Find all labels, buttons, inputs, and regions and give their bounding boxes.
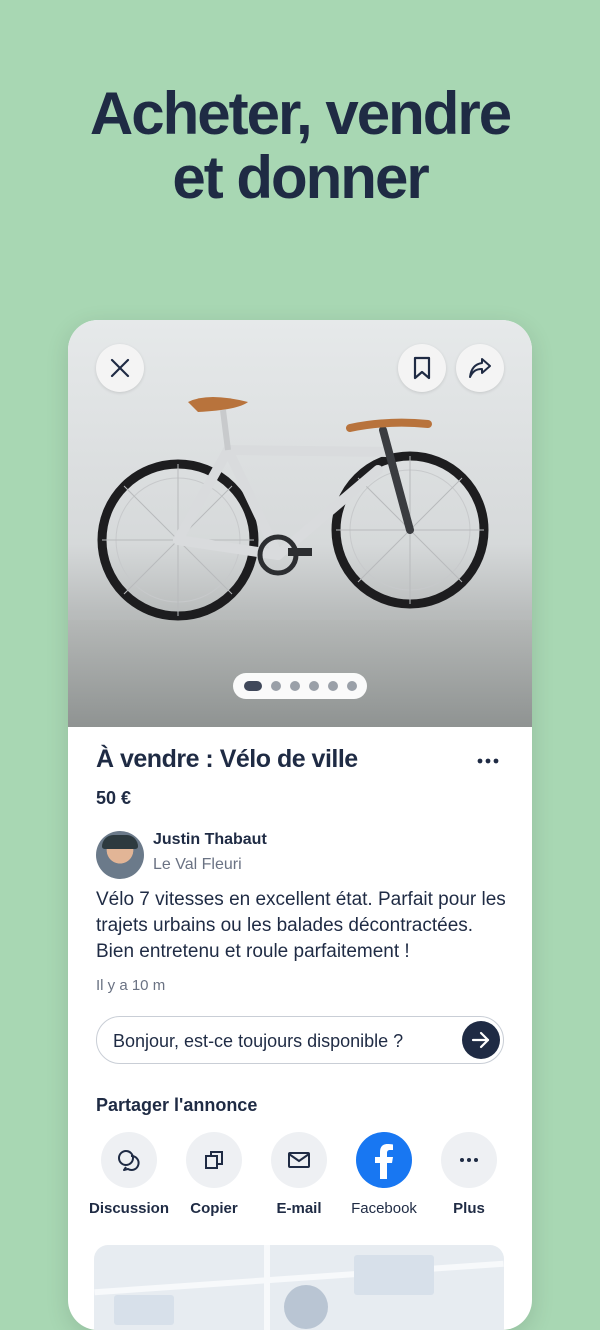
chat-icon: [118, 1150, 140, 1171]
carousel-dot[interactable]: [270, 681, 281, 691]
headline: Acheter, vendre et donner: [0, 82, 600, 210]
listing-card: À vendre : Vélo de ville 50 € Justin Tha…: [68, 320, 532, 1330]
carousel-dot[interactable]: [327, 681, 338, 691]
share-copy[interactable]: Copier: [169, 1132, 259, 1217]
carousel-dot[interactable]: [289, 681, 300, 691]
map-pin-icon: [284, 1285, 328, 1329]
mail-icon: [288, 1152, 310, 1168]
facebook-icon: [375, 1144, 393, 1179]
share-discussion[interactable]: Discussion: [84, 1132, 174, 1217]
seller-location: Le Val Fleuri: [153, 856, 242, 873]
close-icon: [110, 358, 130, 378]
seller-name[interactable]: Justin Thabaut: [153, 831, 267, 849]
message-box: [96, 1016, 504, 1065]
listing-photo[interactable]: [68, 320, 532, 727]
bookmark-icon: [413, 356, 431, 380]
share-more[interactable]: Plus: [424, 1132, 514, 1217]
share-facebook[interactable]: Facebook: [339, 1132, 429, 1217]
copy-icon: [205, 1151, 223, 1169]
share-button[interactable]: [456, 344, 504, 392]
headline-line-2: et donner: [172, 144, 429, 211]
posted-time: Il y a 10 m: [96, 977, 166, 994]
close-button[interactable]: [96, 344, 144, 392]
more-horizontal-icon: [460, 1158, 478, 1162]
share-section-title: Partager l'annonce: [96, 1095, 258, 1115]
share-label: E-mail: [276, 1200, 322, 1217]
listing-title: À vendre : Vélo de ville: [96, 745, 358, 773]
share-icon: [469, 358, 491, 378]
listing-description: Vélo 7 vitesses en excellent état. Parfa…: [96, 889, 506, 962]
location-map[interactable]: [94, 1245, 504, 1330]
bookmark-button[interactable]: [398, 344, 446, 392]
share-email[interactable]: E-mail: [254, 1132, 344, 1217]
listing-price: 50 €: [96, 788, 132, 808]
share-label: Copier: [190, 1200, 238, 1217]
carousel-dot[interactable]: [243, 681, 262, 691]
bicycle-image: [97, 397, 489, 621]
carousel-dot[interactable]: [346, 681, 357, 691]
headline-line-1: Acheter, vendre: [89, 80, 512, 147]
carousel-indicator[interactable]: [233, 673, 367, 699]
share-label: Discussion: [88, 1200, 170, 1217]
message-input[interactable]: [111, 1017, 455, 1065]
send-button[interactable]: [462, 1021, 500, 1059]
carousel-dot[interactable]: [308, 681, 319, 691]
share-label: Facebook: [351, 1200, 417, 1217]
avatar[interactable]: [96, 831, 144, 879]
more-horizontal-icon: [477, 758, 499, 764]
arrow-right-icon: [471, 1031, 490, 1049]
share-label: Plus: [453, 1200, 485, 1217]
more-options-button[interactable]: [466, 746, 510, 776]
